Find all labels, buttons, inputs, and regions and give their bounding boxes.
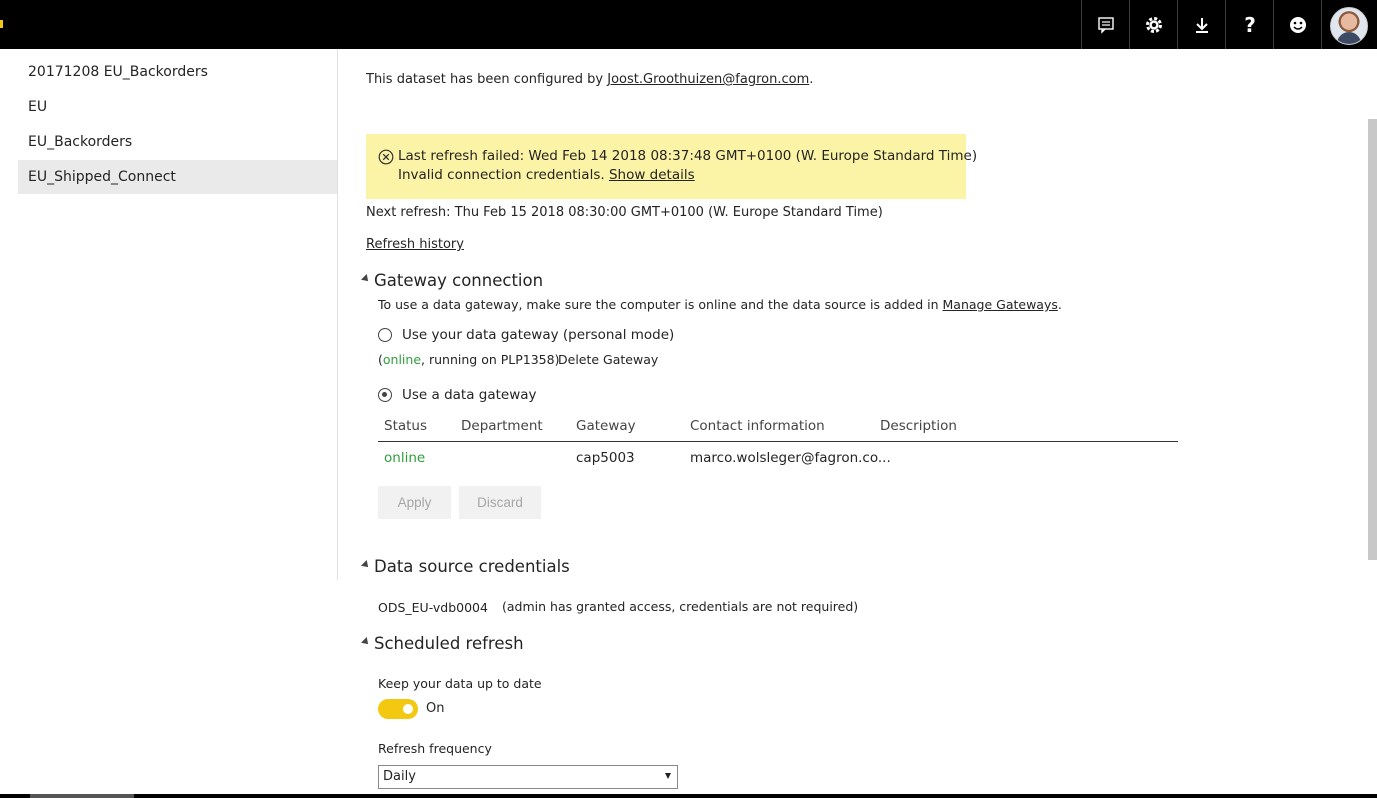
- personal-gateway-radio[interactable]: [378, 328, 392, 342]
- column-header-description: Description: [880, 418, 957, 434]
- avatar[interactable]: [1330, 7, 1368, 45]
- configured-by-text: This dataset has been configured by Joos…: [366, 72, 813, 87]
- column-header-department: Department: [461, 418, 543, 434]
- sidebar-item-eu-shipped-connect[interactable]: EU_Shipped_Connect: [18, 160, 337, 194]
- configured-prefix: This dataset has been configured by: [366, 72, 608, 87]
- gateway-connection-title[interactable]: Gateway connection: [374, 271, 543, 290]
- refresh-history-link[interactable]: Refresh history: [366, 237, 464, 252]
- configured-email-link[interactable]: Joost.Groothuizen@fagron.com: [607, 72, 809, 87]
- keep-up-to-date-label: Keep your data up to date: [378, 676, 542, 691]
- chevron-down-icon: [665, 773, 671, 779]
- table-header-divider: [378, 441, 1178, 442]
- refresh-failed-alert: Last refresh failed: Wed Feb 14 2018 08:…: [366, 134, 977, 199]
- horizontal-scrollbar-track: [0, 794, 1377, 798]
- delete-gateway-link[interactable]: Delete Gateway: [558, 352, 658, 367]
- gateway-row-contact: marco.wolsleger@fagron.co...: [690, 450, 891, 466]
- data-source-credentials-title[interactable]: Data source credentials: [374, 557, 570, 576]
- discard-button[interactable]: Discard: [459, 486, 541, 519]
- sidebar-item-eu-backorders[interactable]: EU_Backorders: [18, 125, 337, 159]
- refresh-frequency-label: Refresh frequency: [378, 741, 492, 756]
- gateway-row-name: cap5003: [576, 450, 635, 466]
- gear-icon[interactable]: [1129, 0, 1178, 49]
- dataset-sidebar: 20171208 EU_Backorders EU EU_Backorders …: [0, 49, 338, 580]
- vertical-scrollbar[interactable]: [1368, 119, 1377, 560]
- column-header-gateway: Gateway: [576, 418, 636, 434]
- app-accent-mark: [0, 20, 3, 28]
- sidebar-item-eu[interactable]: EU: [18, 90, 337, 124]
- help-icon[interactable]: ?: [1225, 0, 1274, 49]
- manage-gateways-link[interactable]: Manage Gateways: [943, 297, 1058, 312]
- personal-gateway-status: (online, running on PLP1358): [378, 352, 559, 367]
- feedback-icon[interactable]: [1081, 0, 1130, 49]
- personal-gateway-label[interactable]: Use your data gateway (personal mode): [402, 327, 674, 343]
- gateway-desc-suffix: .: [1057, 297, 1062, 312]
- collapse-triangle-icon[interactable]: [361, 274, 371, 284]
- show-details-link[interactable]: Show details: [609, 167, 695, 183]
- sidebar-item-20171208-eu-backorders[interactable]: 20171208 EU_Backorders: [18, 55, 337, 89]
- data-gateway-label[interactable]: Use a data gateway: [402, 387, 537, 403]
- alert-line-1: Last refresh failed: Wed Feb 14 2018 08:…: [398, 148, 978, 164]
- column-header-contact: Contact information: [690, 418, 825, 434]
- data-source-name: ODS_EU-vdb0004: [378, 600, 488, 615]
- toggle-state-label: On: [426, 701, 445, 716]
- data-gateway-radio[interactable]: [378, 388, 392, 402]
- gateway-desc-text: To use a data gateway, make sure the com…: [378, 297, 943, 312]
- gateway-description: To use a data gateway, make sure the com…: [378, 297, 1062, 312]
- personal-online-status: online: [382, 352, 422, 367]
- next-refresh-text: Next refresh: Thu Feb 15 2018 08:30:00 G…: [366, 205, 883, 220]
- scheduled-refresh-title[interactable]: Scheduled refresh: [374, 634, 524, 653]
- error-circle-icon: [378, 149, 394, 169]
- apply-button[interactable]: Apply: [378, 486, 451, 519]
- gateway-row-status: online: [384, 450, 426, 466]
- credentials-note: (admin has granted access, credentials a…: [502, 599, 859, 614]
- top-bar: ?: [0, 0, 1377, 49]
- collapse-triangle-icon[interactable]: [361, 637, 371, 647]
- configured-suffix: .: [809, 72, 814, 87]
- alert-line-2: Invalid connection credentials. Show det…: [398, 167, 695, 183]
- horizontal-scrollbar[interactable]: [30, 794, 134, 798]
- download-icon[interactable]: [1177, 0, 1226, 49]
- keep-up-to-date-toggle[interactable]: [378, 699, 418, 719]
- column-header-status: Status: [384, 418, 428, 434]
- smiley-icon[interactable]: [1273, 0, 1322, 49]
- personal-running-on: , running on PLP1358): [421, 352, 560, 367]
- alert-error-text: Invalid connection credentials.: [398, 167, 605, 183]
- refresh-frequency-value: Daily: [383, 769, 416, 784]
- collapse-triangle-icon[interactable]: [361, 560, 371, 570]
- refresh-frequency-select[interactable]: Daily: [378, 765, 678, 789]
